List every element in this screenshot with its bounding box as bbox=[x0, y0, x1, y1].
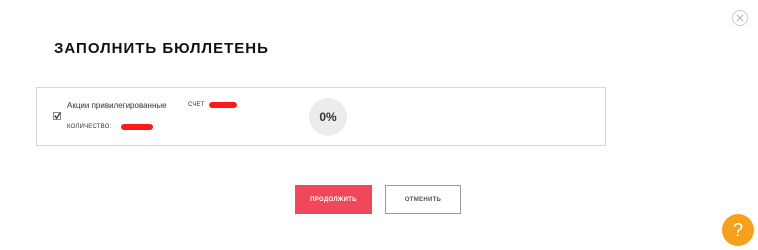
progress-indicator: 0% bbox=[309, 98, 347, 136]
close-icon bbox=[736, 14, 744, 22]
ballot-row: Акции привилегированные СЧЕТ КОЛИЧЕСТВО:… bbox=[36, 87, 606, 146]
help-icon: ? bbox=[732, 219, 743, 240]
close-button[interactable] bbox=[732, 10, 748, 26]
cancel-button[interactable]: ОТМЕНИТЬ bbox=[385, 185, 461, 214]
quantity-redaction bbox=[121, 124, 153, 130]
help-button[interactable]: ? bbox=[722, 214, 754, 246]
quantity-label: КОЛИЧЕСТВО: bbox=[67, 124, 112, 130]
checkmark-icon bbox=[54, 112, 61, 120]
account-label: СЧЕТ bbox=[188, 102, 205, 108]
progress-text: 0% bbox=[319, 110, 337, 124]
select-checkbox[interactable] bbox=[53, 112, 61, 120]
security-name: Акции привилегированные bbox=[67, 101, 167, 110]
account-redaction bbox=[209, 102, 237, 108]
page-title: ЗАПОЛНИТЬ БЮЛЛЕТЕНЬ bbox=[54, 40, 269, 57]
continue-button[interactable]: ПРОДОЛЖИТЬ bbox=[295, 185, 372, 214]
